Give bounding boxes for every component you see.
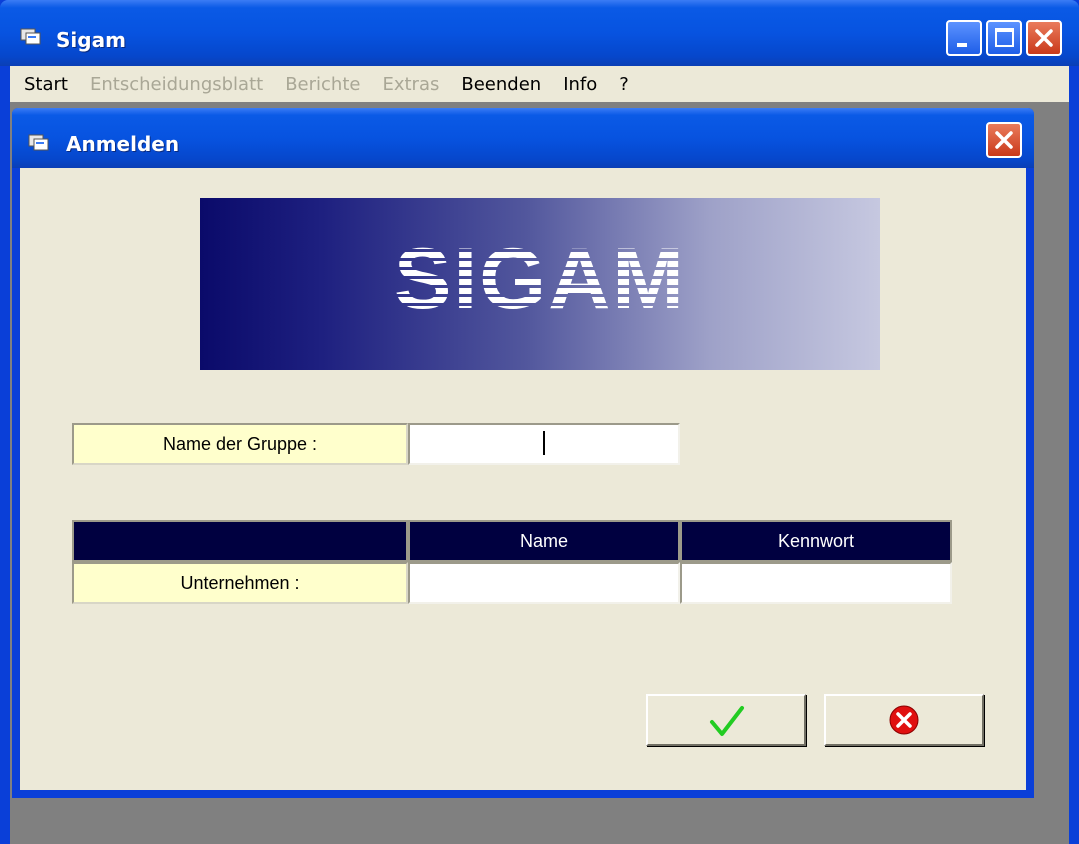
main-window: Sigam Start Entscheidungsblatt Berichte …	[0, 0, 1079, 844]
menu-berichte[interactable]: Berichte	[285, 74, 360, 95]
close-icon	[1035, 29, 1053, 47]
menu-start[interactable]: Start	[24, 74, 68, 95]
sigam-banner: SIGAM	[200, 198, 880, 370]
group-label: Name der Gruppe :	[72, 423, 408, 465]
ok-button[interactable]	[646, 694, 806, 746]
menu-help[interactable]: ?	[619, 74, 629, 95]
login-dialog: Anmelden SIGAM Name der Gruppe : Name Ke…	[12, 108, 1034, 798]
cancel-x-icon	[889, 705, 919, 735]
banner-logo-text: SIGAM	[394, 231, 686, 327]
maximize-button[interactable]	[986, 20, 1022, 56]
app-icon	[20, 26, 42, 50]
dialog-body: SIGAM Name der Gruppe : Name Kennwort Un…	[20, 168, 1026, 790]
close-button[interactable]	[1026, 20, 1062, 56]
menu-bar: Start Entscheidungsblatt Berichte Extras…	[10, 66, 1069, 102]
checkmark-icon	[710, 706, 744, 736]
maximize-icon	[995, 28, 1014, 47]
text-caret	[543, 431, 545, 455]
minimize-icon	[957, 43, 967, 47]
menu-entscheidungsblatt[interactable]: Entscheidungsblatt	[90, 74, 263, 95]
menu-extras[interactable]: Extras	[382, 74, 439, 95]
company-password-input[interactable]	[680, 562, 952, 604]
company-name-input[interactable]	[408, 562, 680, 604]
dialog-title-bar[interactable]: Anmelden	[12, 108, 1034, 168]
table-header-password: Kennwort	[680, 520, 952, 562]
menu-info[interactable]: Info	[563, 74, 597, 95]
dialog-title: Anmelden	[66, 132, 180, 156]
cancel-button[interactable]	[824, 694, 984, 746]
dialog-close-button[interactable]	[986, 122, 1022, 158]
main-title-bar[interactable]: Sigam	[0, 0, 1079, 66]
close-icon	[995, 131, 1013, 149]
group-name-input[interactable]	[408, 423, 680, 465]
table-header-blank	[72, 520, 408, 562]
minimize-button[interactable]	[946, 20, 982, 56]
company-label: Unternehmen :	[72, 562, 408, 604]
dialog-app-icon	[28, 132, 50, 156]
table-header-name: Name	[408, 520, 680, 562]
menu-beenden[interactable]: Beenden	[461, 74, 541, 95]
window-title: Sigam	[56, 28, 126, 52]
